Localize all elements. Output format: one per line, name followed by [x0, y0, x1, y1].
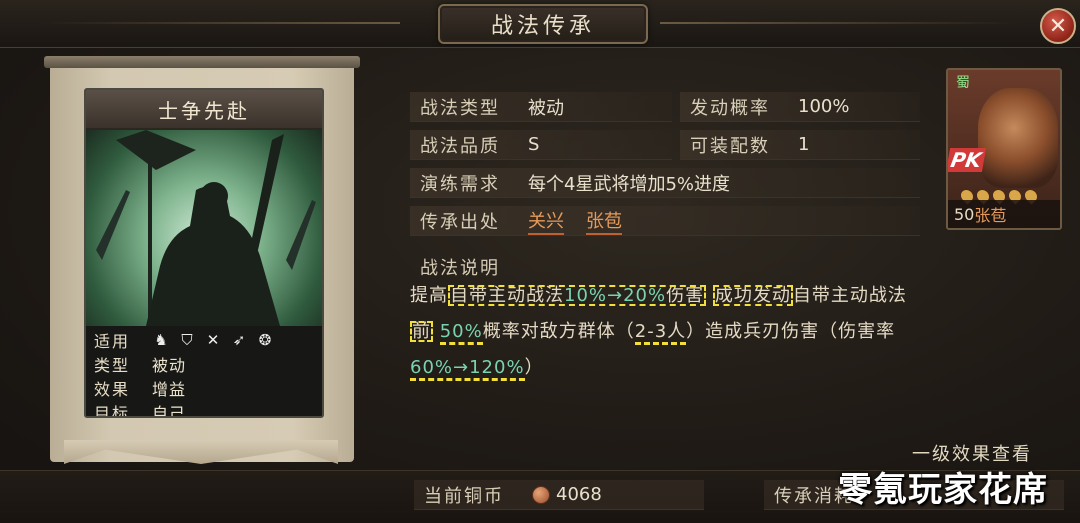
stat-label: 适用: [94, 332, 131, 351]
close-icon: ✕: [1048, 13, 1068, 39]
general-portrait[interactable]: 蜀 PK 50 张苞: [946, 68, 1062, 230]
bow-icon: ✕: [206, 331, 220, 349]
description-line-3: 60%→120%）: [410, 350, 1050, 386]
desc-text: ）: [524, 357, 544, 378]
description-line-1: 提高 自带主动战法10%→20%伤害 成功发动 自带主动战法: [410, 278, 1050, 314]
desc-value: 2-3人: [634, 321, 687, 345]
annotation-box: 前: [410, 321, 433, 342]
stat-label: 类型: [94, 356, 131, 375]
quality-value: S: [528, 134, 540, 155]
stat-value: 自己: [152, 404, 187, 418]
desc-text: 概率对敌方群体（: [482, 321, 635, 342]
faction-label: 蜀: [956, 75, 970, 91]
stat-value: 增益: [152, 380, 187, 399]
card-stats: 适用 ♞ ⛉ ✕ ➶ ❂ 类型 被动 效果 增益 目标 自己: [86, 326, 322, 416]
portrait-caption: 50 张苞: [948, 200, 1060, 228]
info-row-equip: 可装配数 1: [680, 130, 920, 160]
desc-value: 50%: [439, 321, 483, 345]
stat-row-target: 目标 自己: [94, 400, 322, 418]
stat-label: 目标: [94, 404, 131, 418]
source-general-link-1[interactable]: 关兴: [528, 207, 564, 235]
title-plate: 战法传承: [438, 4, 648, 44]
window-title: 战法传承: [490, 14, 595, 39]
close-button[interactable]: ✕: [1040, 8, 1076, 44]
desc-value: 60%→120%: [410, 357, 525, 381]
card-name-plate: 士争先赴: [86, 90, 322, 130]
description-title: 战法说明: [420, 258, 500, 279]
practice-label: 演练需求: [420, 173, 500, 195]
skill-artwork: [86, 130, 322, 326]
spear-icon: ➶: [232, 331, 246, 349]
rate-label: 发动概率: [690, 97, 770, 119]
info-row-practice: 演练需求 每个4星武将增加5%进度: [410, 168, 920, 198]
copper-value: 4068: [556, 484, 602, 505]
copper-coin-icon: [532, 485, 550, 504]
copper-label: 当前铜币: [424, 485, 504, 507]
desc-text: 伤害: [666, 285, 705, 306]
watermark: 零氪玩家花席: [838, 470, 1048, 510]
copper-row: 当前铜币 4068: [414, 480, 704, 510]
info-row-quality: 战法品质 S: [410, 130, 672, 160]
general-level: 50: [954, 204, 975, 224]
stat-value: 被动: [152, 356, 187, 375]
rate-value: 100%: [798, 96, 850, 117]
skill-description: 提高 自带主动战法10%→20%伤害 成功发动 自带主动战法 前 50%概率对敌方群…: [410, 278, 1050, 388]
equip-value: 1: [798, 134, 810, 155]
equip-label: 可装配数: [690, 135, 770, 157]
wheel-icon: ❂: [258, 331, 272, 349]
card-name: 士争先赴: [158, 98, 250, 123]
info-row-type: 战法类型 被动: [410, 92, 672, 122]
stat-row-troops: 适用 ♞ ⛉ ✕ ➶ ❂: [94, 328, 322, 352]
stat-label: 效果: [94, 380, 131, 399]
general-name: 张苞: [974, 206, 1007, 225]
quality-label: 战法品质: [420, 135, 500, 157]
title-bar: 战法传承 ✕: [0, 0, 1080, 48]
skill-card: 士争先赴 适用 ♞ ⛉ ✕ ➶ ❂ 类型 被动 效果 增益 目标 自己: [84, 88, 324, 418]
type-label: 战法类型: [420, 97, 500, 119]
desc-text: ）造成兵刃伤害（伤害率: [686, 321, 896, 342]
desc-text: 自带主动战法: [450, 285, 564, 306]
annotation-box: 成功发动: [712, 285, 793, 306]
stat-row-effect: 效果 增益: [94, 376, 322, 400]
pk-badge: PK: [948, 148, 987, 172]
source-label: 传承出处: [420, 211, 500, 233]
desc-text: 自带主动战法: [792, 285, 907, 306]
general-face: [978, 88, 1058, 188]
shield-icon: ⛉: [181, 331, 193, 349]
warrior-silhouette-icon: [96, 130, 316, 326]
type-value: 被动: [528, 97, 564, 119]
desc-text: 提高: [410, 285, 448, 306]
cavalry-icon: ♞: [154, 331, 168, 349]
info-row-source: 传承出处 关兴 张苞: [410, 206, 920, 236]
source-general-link-2[interactable]: 张苞: [586, 207, 622, 235]
troop-icons: ♞ ⛉ ✕ ➶ ❂: [152, 331, 274, 349]
stat-row-type: 类型 被动: [94, 352, 322, 376]
desc-value: 10%→20%: [564, 285, 667, 306]
info-row-rate: 发动概率 100%: [680, 92, 920, 122]
skill-inherit-window: 战法传承 ✕ 士争先赴 适用 ♞ ⛉ ✕ ➶ ❂ 类型 被动 效果 增益 目标 …: [0, 0, 1080, 523]
description-line-2: 前 50%概率对敌方群体（2-3人）造成兵刃伤害（伤害率: [410, 314, 1050, 350]
practice-value: 每个4星武将增加5%进度: [528, 173, 731, 195]
annotation-box: 自带主动战法10%→20%伤害: [448, 285, 707, 306]
